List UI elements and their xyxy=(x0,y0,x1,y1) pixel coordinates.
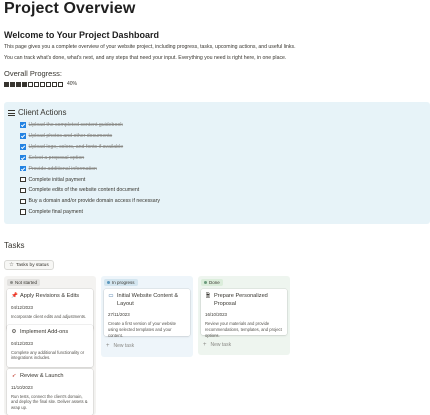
todo-checkbox[interactable] xyxy=(20,187,26,194)
status-tag-in-progress: In progress xyxy=(104,279,138,286)
progress-segment xyxy=(28,81,33,87)
todo-item: Upload logo, colors, and fonts if availa… xyxy=(20,143,123,151)
todo-item: Select a proposal option xyxy=(20,154,84,162)
task-card[interactable]: ▭ Initial Website Content & Layout 27/11/… xyxy=(104,289,190,338)
todo-label: Upload the completed content guidebook xyxy=(28,122,123,128)
progress-segment xyxy=(40,81,45,87)
progress-segment xyxy=(34,81,39,87)
progress-percent: 40% xyxy=(67,81,78,87)
task-card-title: Review & Launch xyxy=(20,373,64,379)
task-card-description: Create a first version of your website u… xyxy=(108,321,176,338)
client-actions-title: Client Actions xyxy=(18,108,67,117)
welcome-heading: Welcome to Your Project Dashboard xyxy=(4,30,160,40)
todo-checkbox[interactable] xyxy=(20,144,26,150)
task-card-title: Initial Website Content & Layout xyxy=(117,293,179,307)
todo-label: Complete final payment xyxy=(28,209,84,216)
plus-icon: + xyxy=(203,342,207,348)
plus-icon: + xyxy=(106,343,110,349)
todo-checkbox[interactable] xyxy=(20,165,26,172)
view-tab-tasks-by-status[interactable]: ☆ Tasks by status xyxy=(4,260,54,270)
task-card-description: Run tests, connect the client's domain, … xyxy=(11,393,88,411)
task-card[interactable]: ➶ Review & Launch 11/10/2023 Run tests, c… xyxy=(7,369,93,415)
board-column-done: Done 🗎 Prepare Personalized Proposal 16/1… xyxy=(198,276,290,355)
page-title: Project Overview xyxy=(4,0,136,17)
task-card-description: Incorporate client edits and adjustments… xyxy=(11,313,87,319)
task-card[interactable]: 🗎 Prepare Personalized Proposal 16/10/202… xyxy=(201,289,287,338)
tasks-heading: Tasks xyxy=(4,241,25,250)
progress-label: Overall Progress: xyxy=(4,69,62,78)
todo-label: Select a proposal option xyxy=(28,154,85,161)
board-column-not-started: Not started 📌 Apply Revisions & Edits 04/… xyxy=(4,276,96,415)
task-card-description: Complete any additional functionality or… xyxy=(11,349,85,361)
todo-checkbox[interactable] xyxy=(20,122,26,128)
todo-label: Upload logo, colors, and fonts if availa… xyxy=(28,143,124,150)
task-card-description: Review your materials and provide recomm… xyxy=(205,321,282,338)
new-task-button[interactable]: + New task xyxy=(106,343,134,349)
todo-label: Buy a domain and/or provide domain acces… xyxy=(28,198,161,205)
todo-label: Complete initial payment xyxy=(28,176,86,183)
progress-segment xyxy=(52,81,57,87)
status-tag-not-started: Not started xyxy=(7,279,41,286)
progress-segment xyxy=(58,81,63,87)
monitor-icon: ▭ xyxy=(108,293,114,299)
progress-bar: 40% xyxy=(4,81,77,87)
todo-item: Complete initial payment xyxy=(20,176,85,184)
intro-text-line-2: You can track what's done, what's next, … xyxy=(4,55,287,61)
todo-label: Upload photos and other documents xyxy=(28,132,113,139)
client-actions-callout: Client Actions Upload the completed cont… xyxy=(4,102,430,224)
task-card[interactable]: ⚙ Implement Add-ons 04/12/2023 Complete a… xyxy=(7,325,93,367)
new-task-button[interactable]: + New task xyxy=(203,342,231,348)
task-card-date: 27/11/2023 xyxy=(108,312,130,317)
progress-segment xyxy=(16,81,21,87)
list-icon xyxy=(8,110,15,116)
progress-segment xyxy=(46,81,51,87)
todo-item: Upload the completed content guidebook xyxy=(20,121,123,129)
todo-item: Complete final payment xyxy=(20,208,83,216)
gear-icon: ⚙ xyxy=(11,329,17,335)
progress-segment xyxy=(22,81,27,87)
intro-text-line-1: This page gives you a complete overview … xyxy=(4,44,296,50)
document-icon: 🗎 xyxy=(205,293,211,299)
todo-item: Complete edits of the website content do… xyxy=(20,186,139,194)
todo-item: Buy a domain and/or provide domain acces… xyxy=(20,197,160,205)
todo-label: Complete edits of the website content do… xyxy=(28,187,140,194)
board-column-in-progress: In progress ▭ Initial Website Content & L… xyxy=(101,276,193,357)
todo-checkbox[interactable] xyxy=(20,133,26,139)
task-card[interactable]: 📌 Apply Revisions & Edits 04/12/2023 Inco… xyxy=(7,289,93,330)
progress-segment xyxy=(4,81,9,87)
pin-icon: 📌 xyxy=(11,293,18,299)
todo-item: Provide additional information xyxy=(20,165,97,173)
task-card-date: 16/10/2023 xyxy=(205,312,227,317)
view-tab-label: Tasks by status xyxy=(15,262,49,268)
todo-label: Provide additional information xyxy=(28,165,97,172)
todo-checkbox[interactable] xyxy=(20,154,26,161)
task-card-title: Apply Revisions & Edits xyxy=(20,293,80,299)
todo-checkbox[interactable] xyxy=(20,209,26,215)
task-card-date: 04/12/2023 xyxy=(11,340,33,346)
todo-checkbox[interactable] xyxy=(20,198,26,205)
task-card-title: Prepare Personalized Proposal xyxy=(214,293,268,307)
task-card-date: 04/12/2023 xyxy=(11,304,33,310)
star-icon: ☆ xyxy=(9,262,14,268)
status-tag-done: Done xyxy=(201,279,223,286)
todo-item: Upload photos and other documents xyxy=(20,132,112,140)
todo-checkbox[interactable] xyxy=(20,176,26,183)
task-card-date: 11/10/2023 xyxy=(11,384,33,390)
rocket-icon: ➶ xyxy=(11,373,17,379)
task-card-title: Implement Add-ons xyxy=(20,329,69,335)
progress-segment xyxy=(10,81,15,87)
